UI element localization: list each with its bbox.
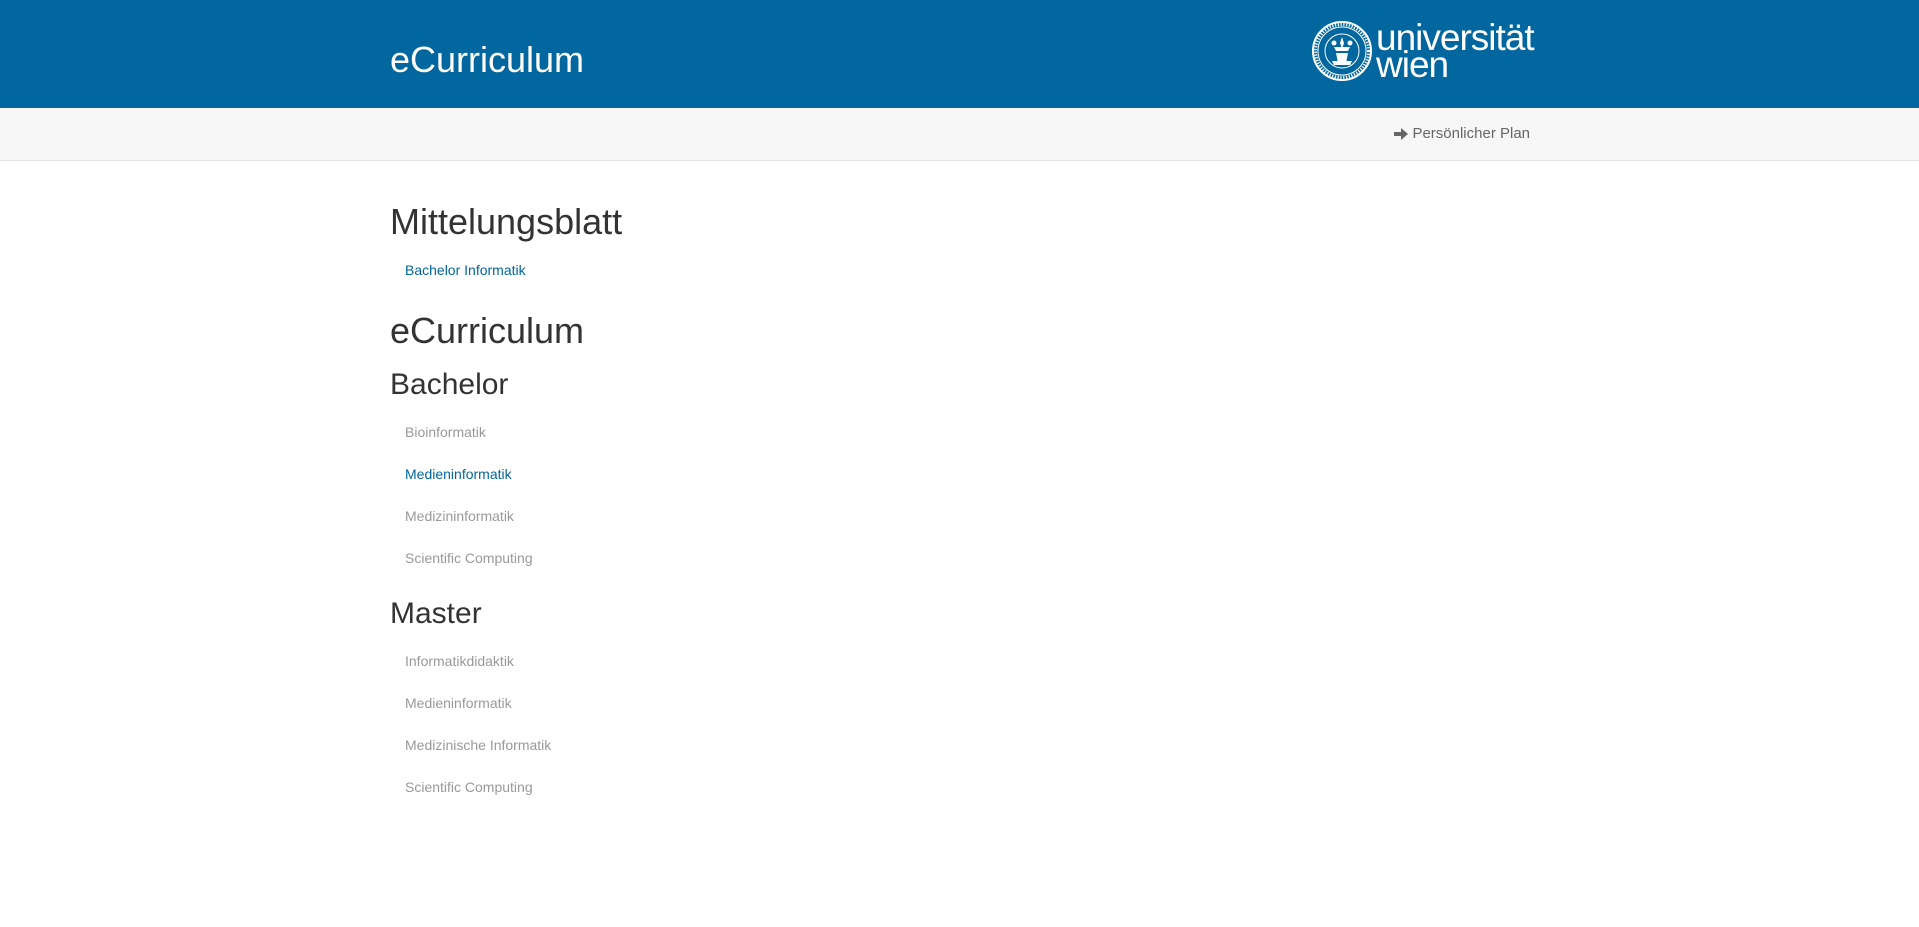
master-heading: Master [390, 597, 482, 630]
personal-plan-link[interactable]: Persönlicher Plan [1394, 125, 1530, 143]
site-title[interactable]: eCurriculum [390, 38, 584, 82]
link-master-medieninformatik[interactable]: Medieninformatik [405, 694, 512, 712]
top-header-bar: eCurriculum universität wien [0, 0, 1919, 108]
link-bachelor-informatik[interactable]: Bachelor Informatik [405, 261, 526, 279]
ecurriculum-heading: eCurriculum [390, 310, 585, 351]
link-bachelor-bioinformatik[interactable]: Bioinformatik [405, 423, 486, 441]
link-master-medizinische-informatik[interactable]: Medizinische Informatik [405, 736, 551, 754]
wordmark-line-2: wien [1376, 44, 1449, 85]
link-master-informatikdidaktik[interactable]: Informatikdidaktik [405, 652, 514, 670]
bachelor-heading: Bachelor [390, 368, 509, 401]
mitteilungsblatt-heading: Mittelungsblatt [390, 201, 623, 242]
link-master-scientific-computing[interactable]: Scientific Computing [405, 778, 533, 796]
sub-navigation-bar: Persönlicher Plan [0, 108, 1919, 161]
personal-plan-label: Persönlicher Plan [1412, 125, 1530, 142]
university-wordmark: universität wien [1376, 19, 1535, 85]
link-bachelor-medizininformatik[interactable]: Medizininformatik [405, 507, 514, 525]
university-seal-icon [1312, 21, 1372, 81]
arrow-right-icon [1394, 128, 1409, 140]
link-bachelor-scientific-computing[interactable]: Scientific Computing [405, 549, 533, 567]
link-bachelor-medieninformatik[interactable]: Medieninformatik [405, 465, 512, 483]
university-logo[interactable]: universität wien [1312, 19, 1535, 85]
